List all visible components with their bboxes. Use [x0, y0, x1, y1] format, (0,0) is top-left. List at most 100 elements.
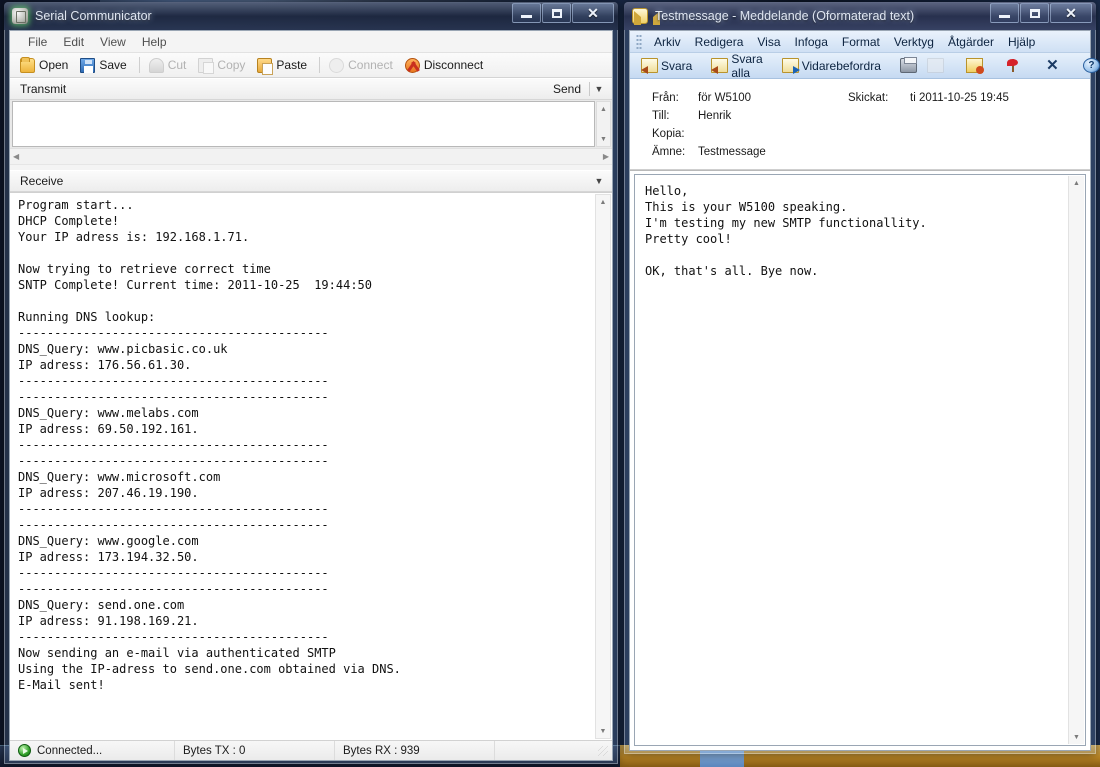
- menu-verktyg[interactable]: Verktyg: [887, 33, 941, 51]
- mail-window-controls[interactable]: ✕: [989, 3, 1092, 23]
- mail-body-text: Hello, This is your W5100 speaking. I'm …: [645, 183, 1065, 741]
- serial-toolbar[interactable]: Open Save Cut Copy Paste Connec: [10, 53, 612, 78]
- scroll-right-icon[interactable]: ▶: [603, 152, 609, 161]
- close-icon: ✕: [587, 6, 599, 20]
- resize-grip-icon[interactable]: [598, 746, 608, 756]
- minimize-button[interactable]: [990, 3, 1019, 23]
- mail-message-window[interactable]: Testmessage - Meddelande (Oformaterad te…: [624, 2, 1096, 754]
- menu-edit[interactable]: Edit: [55, 33, 92, 51]
- scroll-up-icon[interactable]: ▲: [597, 102, 610, 116]
- print-button[interactable]: [900, 58, 920, 73]
- menu-visa[interactable]: Visa: [750, 33, 787, 51]
- mail-menubar[interactable]: Arkiv Redigera Visa Infoga Format Verkty…: [630, 31, 1090, 53]
- receive-panel-header: Receive ▼: [10, 170, 612, 192]
- menubar-grip-icon[interactable]: [636, 34, 642, 49]
- scroll-down-icon[interactable]: ▼: [596, 724, 610, 738]
- toolbar-connect-label: Connect: [348, 58, 393, 72]
- scroll-down-icon[interactable]: ▼: [597, 132, 610, 146]
- clipboard-paste-icon: [257, 58, 272, 73]
- toolbar-open-label: Open: [39, 58, 68, 72]
- subject-label: Ämne:: [630, 146, 698, 158]
- copy-button[interactable]: [927, 58, 947, 73]
- close-button[interactable]: ✕: [1050, 3, 1092, 23]
- toolbar-connect-button[interactable]: Connect: [329, 58, 393, 73]
- minimize-icon: [521, 15, 532, 18]
- status-resize-area[interactable]: [495, 741, 612, 760]
- serial-window-controls[interactable]: ✕: [511, 3, 614, 23]
- serial-communicator-window[interactable]: Serial Communicator ✕ File Edit View Hel…: [4, 2, 618, 764]
- maximize-button[interactable]: [542, 3, 571, 23]
- serial-menubar[interactable]: File Edit View Help: [10, 31, 612, 53]
- cc-label: Kopia:: [630, 128, 698, 140]
- close-icon: ✕: [1065, 6, 1077, 20]
- transmit-panel-header: Transmit Send ▼: [10, 78, 612, 100]
- forward-button[interactable]: Vidarebefordra: [782, 58, 881, 73]
- menu-view[interactable]: View: [92, 33, 134, 51]
- menu-infoga[interactable]: Infoga: [788, 33, 835, 51]
- maximize-icon: [1030, 9, 1040, 18]
- transmit-label: Transmit: [20, 82, 66, 96]
- scroll-up-icon[interactable]: ▲: [596, 195, 610, 209]
- send-button[interactable]: Send: [545, 82, 589, 96]
- reply-icon: [641, 58, 658, 73]
- maximize-button[interactable]: [1020, 3, 1049, 23]
- toolbar-disconnect-label: Disconnect: [424, 58, 483, 72]
- menu-format[interactable]: Format: [835, 33, 887, 51]
- receive-area[interactable]: Program start... DHCP Complete! Your IP …: [10, 192, 612, 740]
- delete-icon: ✕: [1044, 58, 1061, 73]
- receive-chevron-down-icon[interactable]: ▼: [590, 176, 608, 186]
- sent-label: Skickat:: [848, 92, 910, 104]
- status-connection: Connected...: [10, 741, 175, 760]
- reply-button[interactable]: Svara: [641, 58, 692, 73]
- delete-button[interactable]: ✕: [1044, 58, 1064, 73]
- scroll-up-icon[interactable]: ▲: [1069, 176, 1084, 190]
- toolbar-cut-button[interactable]: Cut: [149, 58, 187, 73]
- scroll-down-icon[interactable]: ▼: [1069, 730, 1084, 744]
- help-button[interactable]: ?: [1083, 58, 1100, 73]
- flag-button[interactable]: [1005, 58, 1025, 73]
- mark-unread-button[interactable]: [966, 58, 986, 73]
- status-bytes-tx: Bytes TX : 0: [175, 741, 335, 760]
- menu-redigera[interactable]: Redigera: [688, 33, 751, 51]
- serial-titlebar[interactable]: Serial Communicator ✕: [4, 2, 618, 30]
- mail-header-row-to: Till: Henrik: [630, 107, 1090, 125]
- mail-body-vertical-scrollbar[interactable]: ▲ ▼: [1068, 176, 1084, 744]
- menu-arkiv[interactable]: Arkiv: [647, 33, 688, 51]
- serial-window-title: Serial Communicator: [35, 9, 152, 23]
- toolbar-paste-button[interactable]: Paste: [257, 58, 307, 73]
- toolbar-open-button[interactable]: Open: [20, 58, 68, 73]
- scroll-left-icon[interactable]: ◀: [13, 152, 19, 161]
- maximize-icon: [552, 9, 562, 18]
- transmit-area: ▲ ▼: [10, 100, 612, 148]
- transmit-vertical-scrollbar[interactable]: ▲ ▼: [596, 101, 611, 147]
- close-button[interactable]: ✕: [572, 3, 614, 23]
- to-value: Henrik: [698, 110, 1090, 122]
- mail-toolbar[interactable]: Svara Svara alla Vidarebefordra: [630, 53, 1090, 79]
- mail-header-block: Från: för W5100 Skickat: ti 2011-10-25 1…: [630, 79, 1090, 170]
- from-label: Från:: [630, 92, 698, 104]
- mail-titlebar[interactable]: Testmessage - Meddelande (Oformaterad te…: [624, 2, 1096, 30]
- send-chevron-down-icon[interactable]: ▼: [590, 84, 608, 94]
- mail-message-icon: [632, 8, 648, 24]
- reply-all-button[interactable]: Svara alla: [711, 52, 762, 80]
- reply-all-icon: [711, 58, 728, 73]
- toolbar-copy-button[interactable]: Copy: [198, 58, 245, 73]
- scissors-icon: [149, 58, 164, 73]
- mail-header-row-cc: Kopia:: [630, 125, 1090, 143]
- menu-help[interactable]: Help: [134, 33, 175, 51]
- toolbar-disconnect-button[interactable]: Disconnect: [405, 58, 483, 73]
- toolbar-save-button[interactable]: Save: [80, 58, 126, 73]
- mail-body-box[interactable]: Hello, This is your W5100 speaking. I'm …: [634, 174, 1086, 746]
- menu-file[interactable]: File: [20, 33, 55, 51]
- menu-hjalp[interactable]: Hjälp: [1001, 33, 1042, 51]
- floppy-disk-icon: [80, 58, 95, 73]
- minimize-button[interactable]: [512, 3, 541, 23]
- menu-atgarder[interactable]: Åtgärder: [941, 33, 1001, 51]
- transmit-input[interactable]: [12, 101, 595, 147]
- copy-icon: [927, 58, 944, 73]
- receive-vertical-scrollbar[interactable]: ▲ ▼: [595, 194, 611, 739]
- from-value: för W5100: [698, 92, 848, 104]
- mail-window-title: Testmessage - Meddelande (Oformaterad te…: [655, 9, 914, 23]
- folder-open-icon: [20, 58, 35, 73]
- transmit-horizontal-scrollbar[interactable]: ◀ ▶: [10, 148, 612, 164]
